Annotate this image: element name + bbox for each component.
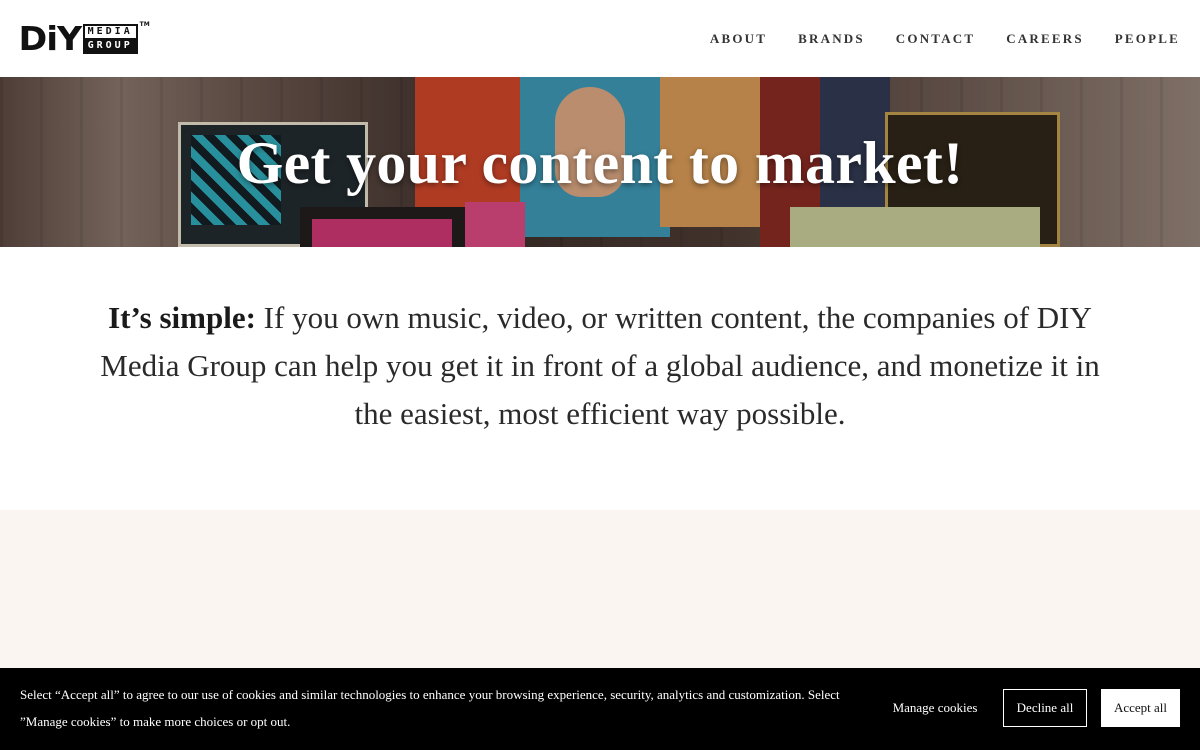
nav-contact[interactable]: CONTACT	[896, 31, 975, 47]
accept-all-button[interactable]: Accept all	[1101, 689, 1180, 727]
manage-cookies-link[interactable]: Manage cookies	[880, 695, 990, 721]
intro-lead: It’s simple:	[108, 300, 256, 335]
nav-people[interactable]: PEOPLE	[1115, 31, 1180, 47]
hero-banner: Get your content to market!	[0, 77, 1200, 247]
cookie-banner: Select “Accept all” to agree to our use …	[0, 668, 1200, 750]
decline-all-button[interactable]: Decline all	[1003, 689, 1087, 727]
intro-paragraph: It’s simple: If you own music, video, or…	[85, 294, 1115, 438]
nav-brands[interactable]: BRANDS	[798, 31, 865, 47]
intro-section: It’s simple: If you own music, video, or…	[0, 247, 1200, 510]
content-band	[0, 510, 1200, 668]
logo-group-text: GROUP	[82, 37, 138, 54]
logo-trademark: TM	[139, 20, 150, 28]
nav-about[interactable]: ABOUT	[710, 31, 767, 47]
logo-badge: MEDIA GROUP TM	[82, 21, 150, 54]
site-header: DiY MEDIA GROUP TM ABOUT BRANDS CONTACT …	[0, 0, 1200, 77]
hero-title: Get your content to market!	[236, 130, 964, 196]
logo-wordmark: DiY	[18, 19, 83, 58]
cookie-message: Select “Accept all” to agree to our use …	[20, 687, 840, 729]
main-nav: ABOUT BRANDS CONTACT CAREERS PEOPLE	[679, 31, 1180, 47]
nav-careers[interactable]: CAREERS	[1006, 31, 1084, 47]
diy-media-group-logo[interactable]: DiY MEDIA GROUP TM	[18, 19, 150, 58]
logo-media-text: MEDIA	[82, 23, 138, 38]
